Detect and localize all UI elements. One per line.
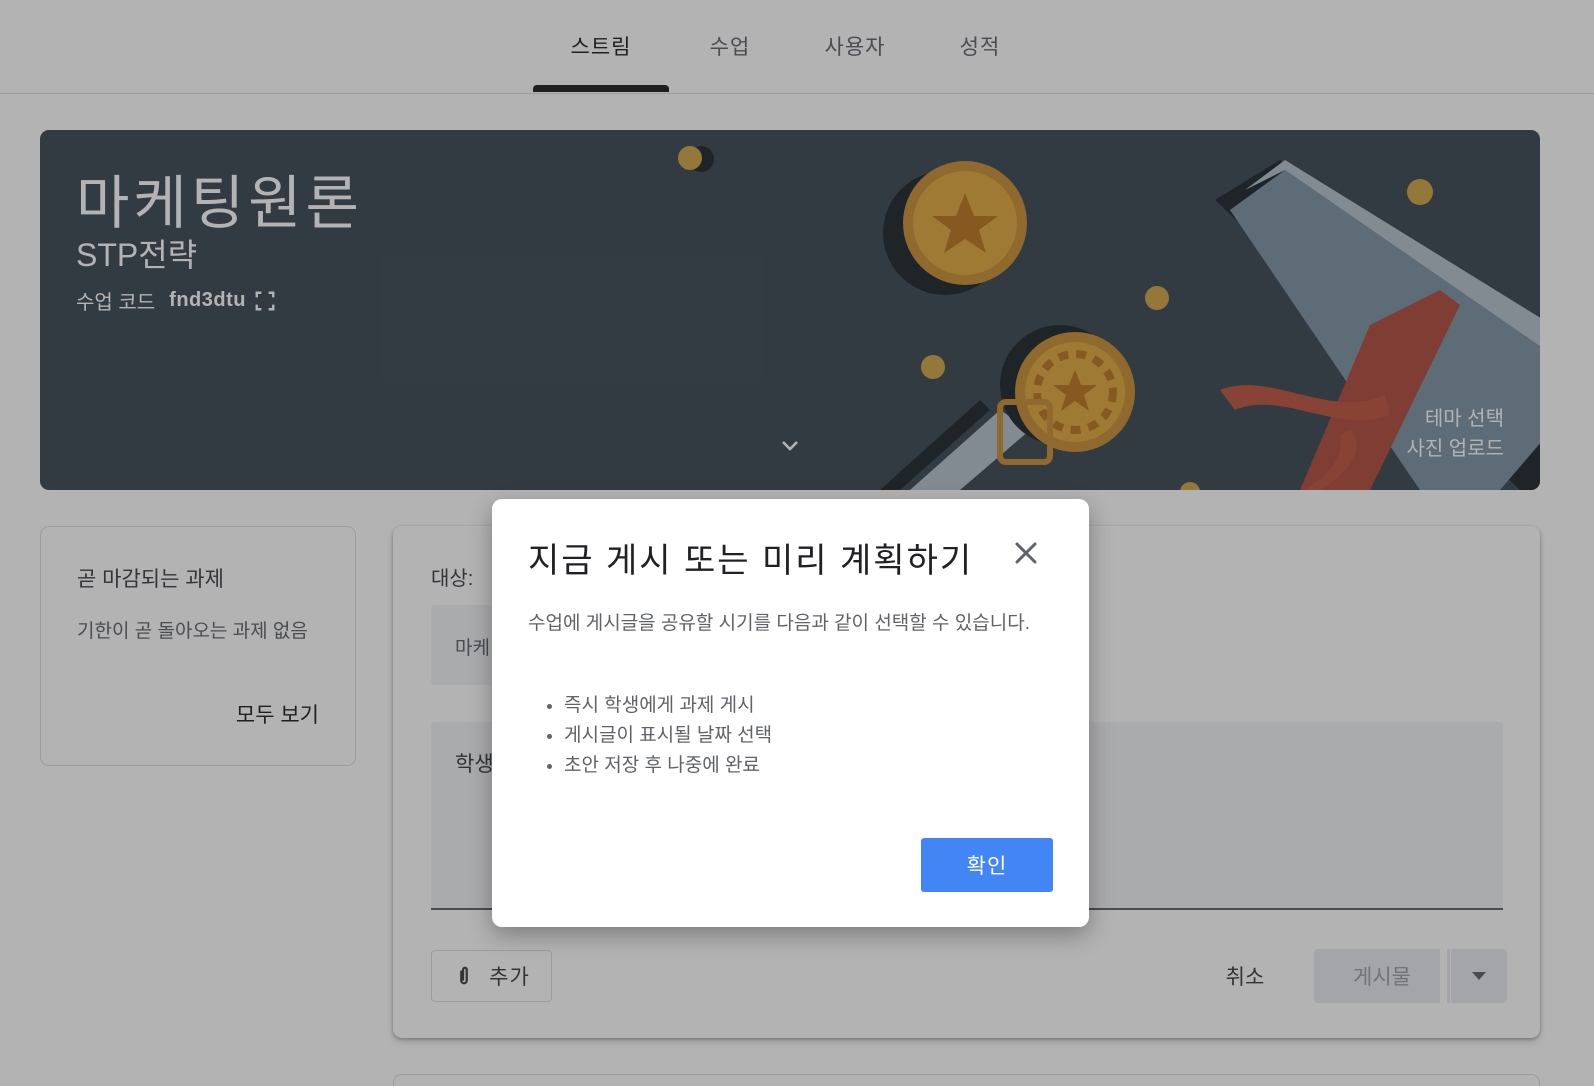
confirm-button[interactable]: 확인 — [921, 838, 1053, 892]
schedule-dialog: 지금 게시 또는 미리 계획하기 수업에 게시글을 공유할 시기를 다음과 같이… — [492, 499, 1089, 927]
dialog-option: 즉시 학생에게 과제 게시 — [564, 691, 772, 721]
dialog-option: 초안 저장 후 나중에 완료 — [564, 751, 772, 781]
classroom-stream-page: 스트림 수업 사용자 성적 마케팅원론 STP전략 수업 코드 fnd3dtu … — [0, 0, 1594, 1086]
dialog-option-list: 즉시 학생에게 과제 게시 게시글이 표시될 날짜 선택 초안 저장 후 나중에… — [528, 691, 772, 781]
dialog-option: 게시글이 표시될 날짜 선택 — [564, 721, 772, 751]
dialog-title: 지금 게시 또는 미리 계획하기 — [528, 542, 974, 580]
dialog-body: 수업에 게시글을 공유할 시기를 다음과 같이 선택할 수 있습니다. — [528, 613, 1030, 634]
close-icon[interactable] — [1010, 537, 1042, 569]
